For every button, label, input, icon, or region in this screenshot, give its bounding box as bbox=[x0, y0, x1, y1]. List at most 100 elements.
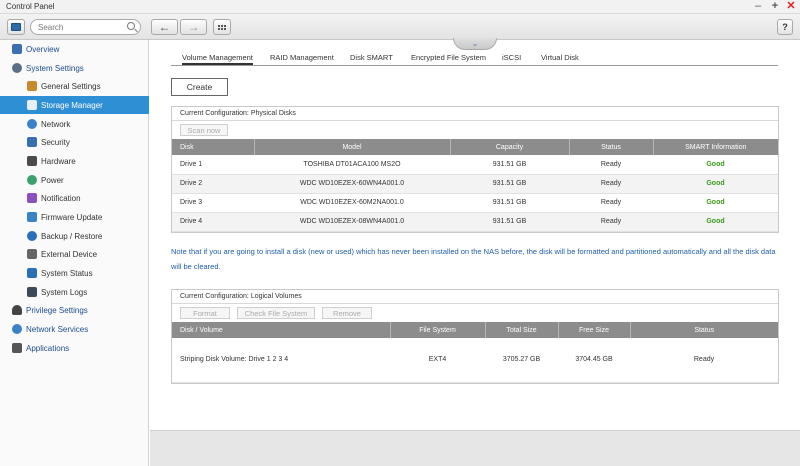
sidebar-item-label: System Settings bbox=[26, 63, 84, 73]
column-header[interactable]: Capacity bbox=[450, 139, 570, 155]
sidebar-item-label: Firmware Update bbox=[41, 212, 103, 222]
footer-bar bbox=[150, 430, 800, 466]
tab-disk-smart[interactable]: Disk SMART bbox=[350, 53, 393, 62]
sidebar-item-label: Storage Manager bbox=[41, 100, 103, 110]
tab-raid-management[interactable]: RAID Management bbox=[270, 53, 334, 62]
home-button[interactable] bbox=[7, 19, 25, 35]
sidebar-item-storage-manager[interactable]: Storage Manager bbox=[0, 96, 149, 114]
sidebar-item-network[interactable]: Network bbox=[0, 115, 149, 133]
column-header[interactable]: Disk bbox=[172, 139, 255, 155]
sidebar-item-security[interactable]: Security bbox=[0, 133, 149, 151]
sidebar-item-network-services[interactable]: Network Services bbox=[0, 320, 149, 338]
overview-icon bbox=[12, 44, 22, 54]
column-header[interactable]: SMART Information bbox=[653, 139, 778, 155]
model-cell: WDC WD10EZEX-60WN4A001.0 bbox=[254, 174, 450, 194]
check-file-system-button[interactable]: Check File System bbox=[237, 307, 315, 319]
sidebar-item-notification[interactable]: Notification bbox=[0, 189, 149, 207]
sidebar-item-label: Privilege Settings bbox=[26, 305, 88, 315]
sidebar: Overview System Settings General Setting… bbox=[0, 40, 149, 466]
app-grid-button[interactable] bbox=[213, 19, 231, 35]
sidebar-item-label: Network bbox=[41, 119, 71, 129]
tab-volume-management[interactable]: Volume Management bbox=[182, 53, 253, 65]
sidebar-item-label: Backup / Restore bbox=[41, 231, 103, 241]
sidebar-item-external-device[interactable]: External Device bbox=[0, 245, 149, 263]
create-button[interactable]: Create bbox=[171, 78, 228, 96]
close-button[interactable]: ✕ bbox=[784, 0, 798, 13]
sidebar-item-firmware-update[interactable]: Firmware Update bbox=[0, 208, 149, 226]
back-button[interactable]: ← bbox=[151, 19, 178, 35]
sidebar-item-system-status[interactable]: System Status bbox=[0, 264, 149, 282]
table-row[interactable]: Striping Disk Volume: Drive 1 2 3 4 EXT4… bbox=[172, 338, 778, 383]
remove-button[interactable]: Remove bbox=[322, 307, 372, 319]
tab-iscsi[interactable]: iSCSI bbox=[502, 53, 521, 62]
model-cell: WDC WD10EZEX-60M2NA001.0 bbox=[254, 193, 450, 213]
table-row[interactable]: Drive 2 WDC WD10EZEX-60WN4A001.0 931.51 … bbox=[172, 174, 778, 194]
storage-icon bbox=[27, 100, 37, 110]
column-header[interactable]: Disk / Volume bbox=[172, 322, 391, 338]
search-icon[interactable] bbox=[127, 22, 135, 30]
search-input[interactable] bbox=[38, 22, 126, 33]
sidebar-item-label: System Status bbox=[41, 268, 93, 278]
sidebar-item-applications[interactable]: Applications bbox=[0, 339, 149, 357]
sidebar-item-system-logs[interactable]: System Logs bbox=[0, 283, 149, 301]
maximize-button[interactable]: + bbox=[768, 0, 782, 13]
model-cell: TOSHIBA DT01ACA100 MS2O bbox=[254, 155, 450, 175]
sidebar-item-label: Hardware bbox=[41, 156, 76, 166]
column-header[interactable]: Status bbox=[569, 139, 654, 155]
table-row[interactable]: Drive 1 TOSHIBA DT01ACA100 MS2O 931.51 G… bbox=[172, 155, 778, 175]
backup-icon bbox=[27, 231, 37, 241]
column-header[interactable]: Total Size bbox=[485, 322, 559, 338]
smart-cell: Good bbox=[653, 212, 778, 232]
capacity-cell: 931.51 GB bbox=[450, 174, 569, 194]
table-row[interactable]: Drive 3 WDC WD10EZEX-60M2NA001.0 931.51 … bbox=[172, 193, 778, 213]
sidebar-item-label: External Device bbox=[41, 249, 98, 259]
free-size-cell: 3704.45 GB bbox=[558, 338, 630, 383]
sidebar-item-privilege-settings[interactable]: Privilege Settings bbox=[0, 301, 149, 319]
sidebar-item-general-settings[interactable]: General Settings bbox=[0, 77, 149, 95]
status-cell: Ready bbox=[569, 212, 653, 232]
tab-encrypted-file-system[interactable]: Encrypted File System bbox=[411, 53, 486, 62]
logical-volumes-table: Disk / Volume File System Total Size Fre… bbox=[172, 322, 778, 383]
minimize-button[interactable]: – bbox=[751, 0, 765, 13]
tab-virtual-disk[interactable]: Virtual Disk bbox=[541, 53, 579, 62]
file-system-cell: EXT4 bbox=[390, 338, 485, 383]
collapse-handle[interactable]: ⌄ bbox=[453, 38, 497, 50]
sidebar-item-label: Applications bbox=[26, 343, 70, 353]
help-button[interactable]: ? bbox=[777, 19, 793, 35]
sidebar-item-backup-restore[interactable]: Backup / Restore bbox=[0, 227, 149, 245]
user-icon bbox=[12, 305, 22, 315]
gear-icon bbox=[12, 63, 22, 73]
column-header[interactable]: File System bbox=[390, 322, 486, 338]
sidebar-item-power[interactable]: Power bbox=[0, 171, 149, 189]
format-button[interactable]: Format bbox=[180, 307, 230, 319]
disk-cell: Drive 3 bbox=[172, 193, 254, 213]
sidebar-item-label: Power bbox=[41, 175, 64, 185]
disk-cell: Drive 1 bbox=[172, 155, 254, 175]
table-row[interactable]: Drive 4 WDC WD10EZEX-08WN4A001.0 931.51 … bbox=[172, 212, 778, 232]
sidebar-item-label: Network Services bbox=[26, 324, 89, 334]
physical-disks-header: Current Configuration: Physical Disks bbox=[172, 107, 778, 121]
scan-now-button[interactable]: Scan now bbox=[180, 124, 228, 136]
forward-button[interactable]: → bbox=[180, 19, 207, 35]
network-icon bbox=[27, 119, 37, 129]
external-device-icon bbox=[27, 249, 37, 259]
sidebar-item-label: System Logs bbox=[41, 287, 88, 297]
disk-cell: Drive 2 bbox=[172, 174, 254, 194]
status-cell: Ready bbox=[569, 193, 653, 213]
status-cell: Ready bbox=[569, 155, 653, 175]
sidebar-item-label: Overview bbox=[26, 44, 60, 54]
volume-cell: Striping Disk Volume: Drive 1 2 3 4 bbox=[172, 338, 390, 383]
search-box[interactable] bbox=[30, 19, 141, 35]
physical-disks-table: Disk Model Capacity Status SMART Informa… bbox=[172, 139, 778, 232]
sidebar-item-system-settings[interactable]: System Settings bbox=[0, 59, 149, 77]
smart-cell: Good bbox=[653, 193, 778, 213]
sidebar-item-hardware[interactable]: Hardware bbox=[0, 152, 149, 170]
capacity-cell: 931.51 GB bbox=[450, 193, 569, 213]
column-header[interactable]: Model bbox=[254, 139, 451, 155]
hardware-icon bbox=[27, 156, 37, 166]
column-header[interactable]: Status bbox=[630, 322, 778, 338]
notification-icon bbox=[27, 193, 37, 203]
column-header[interactable]: Free Size bbox=[558, 322, 631, 338]
sidebar-item-overview[interactable]: Overview bbox=[0, 40, 149, 58]
toolbar: ← → ? bbox=[0, 14, 800, 40]
